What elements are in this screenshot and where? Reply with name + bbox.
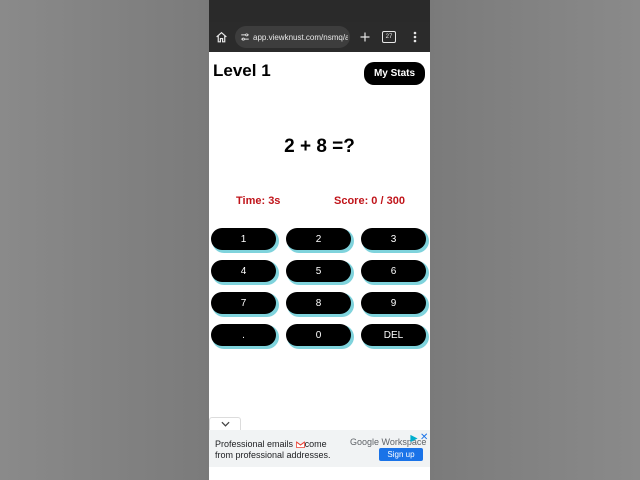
new-tab-plus-icon[interactable] — [354, 26, 376, 48]
home-icon[interactable] — [210, 26, 232, 48]
key-9[interactable]: 9 — [361, 292, 426, 314]
key-7[interactable]: 7 — [211, 292, 276, 314]
key-1[interactable]: 1 — [211, 228, 276, 250]
ad-line1-start: Professional emails — [215, 439, 294, 449]
question-text: 2 + 8 =? — [209, 136, 430, 158]
level-title: Level 1 — [213, 61, 271, 80]
ad-close-icon[interactable]: ✕ — [420, 432, 428, 443]
ad-line1-end: come — [304, 439, 327, 449]
phone-screen: app.viewknust.com/nsmq/ad 27 Level 1 My … — [209, 0, 430, 480]
ad-headline: Professional emails come from profession… — [215, 439, 345, 461]
key-6[interactable]: 6 — [361, 260, 426, 282]
game-page: Level 1 My Stats 2 + 8 =? Time: 3s Score… — [209, 52, 430, 417]
status-bar — [209, 0, 430, 22]
key-8[interactable]: 8 — [286, 292, 351, 314]
ad-banner[interactable]: Professional emails come from profession… — [209, 430, 430, 467]
score-text: Score: 0 / 300 — [334, 195, 405, 207]
key-decimal[interactable]: . — [211, 324, 276, 346]
key-delete[interactable]: DEL — [361, 324, 426, 346]
key-5[interactable]: 5 — [286, 260, 351, 282]
tab-count: 27 — [382, 31, 396, 43]
timer-text: Time: 3s — [236, 195, 281, 207]
key-0[interactable]: 0 — [286, 324, 351, 346]
system-nav-bar — [209, 467, 430, 480]
ad-line2: from professional addresses. — [215, 450, 331, 460]
tabs-icon[interactable]: 27 — [378, 26, 400, 48]
key-3[interactable]: 3 — [361, 228, 426, 250]
site-settings-icon[interactable] — [237, 26, 253, 48]
key-2[interactable]: 2 — [286, 228, 351, 250]
gmail-icon — [295, 441, 305, 448]
sign-up-button[interactable]: Sign up — [379, 448, 423, 461]
url-bar[interactable]: app.viewknust.com/nsmq/ad — [235, 26, 350, 48]
my-stats-button[interactable]: My Stats — [364, 62, 425, 85]
adchoices-icon[interactable] — [409, 434, 419, 443]
question-expression: 2 + 8 =? — [284, 136, 355, 157]
url-text: app.viewknust.com/nsmq/ad — [253, 32, 348, 42]
chevron-down-icon — [220, 421, 230, 427]
browser-toolbar: app.viewknust.com/nsmq/ad 27 — [209, 22, 430, 52]
key-4[interactable]: 4 — [211, 260, 276, 282]
menu-icon[interactable] — [404, 26, 426, 48]
ad-collapse-toggle[interactable] — [209, 417, 241, 430]
